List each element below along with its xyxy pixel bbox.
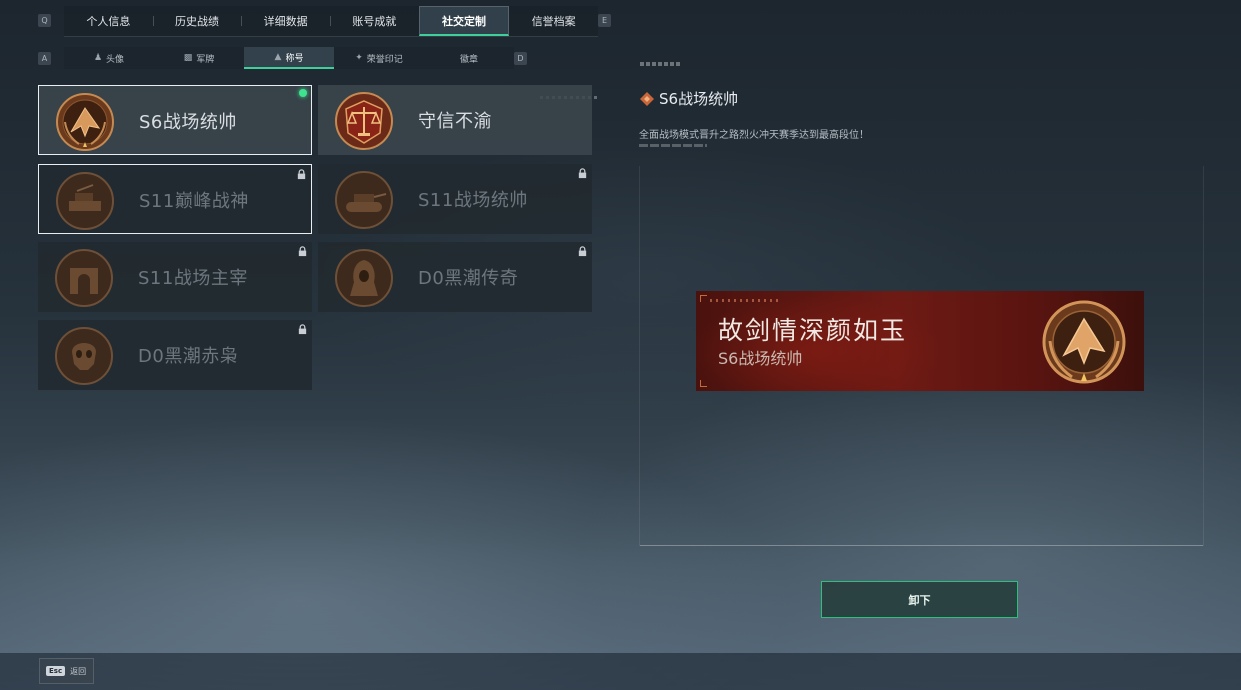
title-banner-preview: 故剑情深颜如玉 S6战场统帅: [696, 291, 1144, 391]
decorative-dashes: [640, 62, 680, 66]
jet-emblem-icon: [56, 93, 114, 151]
subtab-honor-mark[interactable]: ✦ 荣誉印记: [334, 47, 424, 69]
title-name: 守信不渝: [418, 111, 492, 132]
top-tab-bar: Q 个人信息 历史战绩 详细数据 账号成就 社交定制 信誉档案 E: [36, 6, 614, 37]
tab-social-customization[interactable]: 社交定制: [418, 6, 510, 36]
lock-icon: [297, 169, 306, 180]
title-card-d0-red-owl[interactable]: D0黑潮赤枭: [38, 320, 312, 390]
title-name: D0黑潮赤枭: [138, 346, 239, 367]
lock-icon: [578, 168, 587, 179]
honor-mark-icon: ✦: [355, 53, 363, 63]
title-name: S6战场统帅: [139, 112, 237, 133]
subtab-dogtag[interactable]: ▩ 军牌: [154, 47, 244, 69]
detail-description: 全面战场模式晋升之路烈火冲天赛季达到最高段位！: [639, 130, 869, 141]
banner-decoration: [710, 299, 780, 302]
jet-emblem-icon: [1042, 300, 1126, 384]
subtab-badge[interactable]: 徽章: [424, 47, 514, 69]
title-card-s11-commander[interactable]: S11战场统帅: [318, 164, 592, 234]
sub-tab-bar: A ♟ 头像 ▩ 军牌 ▲ 称号 ✦ 荣誉印记 徽章 D: [36, 47, 532, 69]
detail-title: S6战场统帅: [639, 88, 738, 109]
title-card-d0-legend[interactable]: D0黑潮传奇: [318, 242, 592, 312]
arch-emblem-icon: [55, 249, 113, 307]
title-card-s6-commander[interactable]: S6战场统帅: [38, 85, 312, 155]
subtab-avatar[interactable]: ♟ 头像: [64, 47, 154, 69]
tab-personal-info[interactable]: 个人信息: [64, 6, 153, 36]
title-name: S11战场主宰: [138, 268, 248, 289]
subtab-label: 徽章: [459, 54, 478, 65]
tab-history[interactable]: 历史战绩: [152, 6, 242, 36]
title-name: D0黑潮传奇: [418, 268, 519, 289]
unequip-button[interactable]: 卸下: [821, 581, 1018, 618]
key-hint-e: E: [598, 14, 611, 27]
banner-corner: [700, 380, 707, 387]
key-hint-d: D: [514, 52, 527, 65]
lock-icon: [298, 324, 307, 335]
equipped-indicator: [299, 89, 307, 97]
decorative-dashes: [639, 144, 707, 147]
title-icon: ▲: [274, 52, 282, 62]
diamond-icon: [640, 91, 654, 106]
scales-emblem-icon: [335, 92, 393, 150]
title-card-s11-dominator[interactable]: S11战场主宰: [38, 242, 312, 312]
skull-emblem-icon: [55, 327, 113, 385]
esc-key-hint: Esc: [46, 666, 66, 676]
person-icon: ♟: [93, 53, 103, 63]
divider: [640, 545, 1203, 546]
title-name: S11战场统帅: [418, 190, 528, 211]
dogtag-icon: ▩: [183, 53, 193, 63]
tab-achievements[interactable]: 账号成就: [330, 6, 419, 36]
hooded-figure-emblem-icon: [335, 249, 393, 307]
title-card-s11-peak-god[interactable]: S11巅峰战神: [38, 164, 312, 234]
back-label: 返回: [70, 666, 87, 676]
title-card-trustworthy[interactable]: 守信不渝: [318, 85, 592, 155]
banner-subtitle: S6战场统帅: [718, 349, 803, 368]
back-button[interactable]: Esc 返回: [39, 658, 94, 684]
lock-icon: [298, 246, 307, 257]
banner-corner: [700, 295, 707, 302]
subtab-label: 荣誉印记: [366, 54, 403, 65]
bottom-bar: [0, 653, 1241, 690]
subtab-label: 称号: [285, 53, 304, 64]
detail-title-text: S6战场统帅: [659, 90, 739, 108]
tab-reputation[interactable]: 信誉档案: [509, 6, 598, 36]
subtab-title[interactable]: ▲ 称号: [244, 47, 334, 69]
title-name: S11巅峰战神: [139, 191, 249, 212]
banner-title: 故剑情深颜如玉: [718, 316, 908, 345]
lock-icon: [578, 246, 587, 257]
radar-vehicle-emblem-icon: [56, 172, 114, 230]
subtab-label: 军牌: [196, 54, 215, 65]
tab-details[interactable]: 详细数据: [241, 6, 330, 36]
tank-emblem-icon: [335, 171, 393, 229]
key-hint-a: A: [38, 52, 51, 65]
subtab-label: 头像: [106, 54, 125, 65]
key-hint-q: Q: [38, 14, 51, 27]
